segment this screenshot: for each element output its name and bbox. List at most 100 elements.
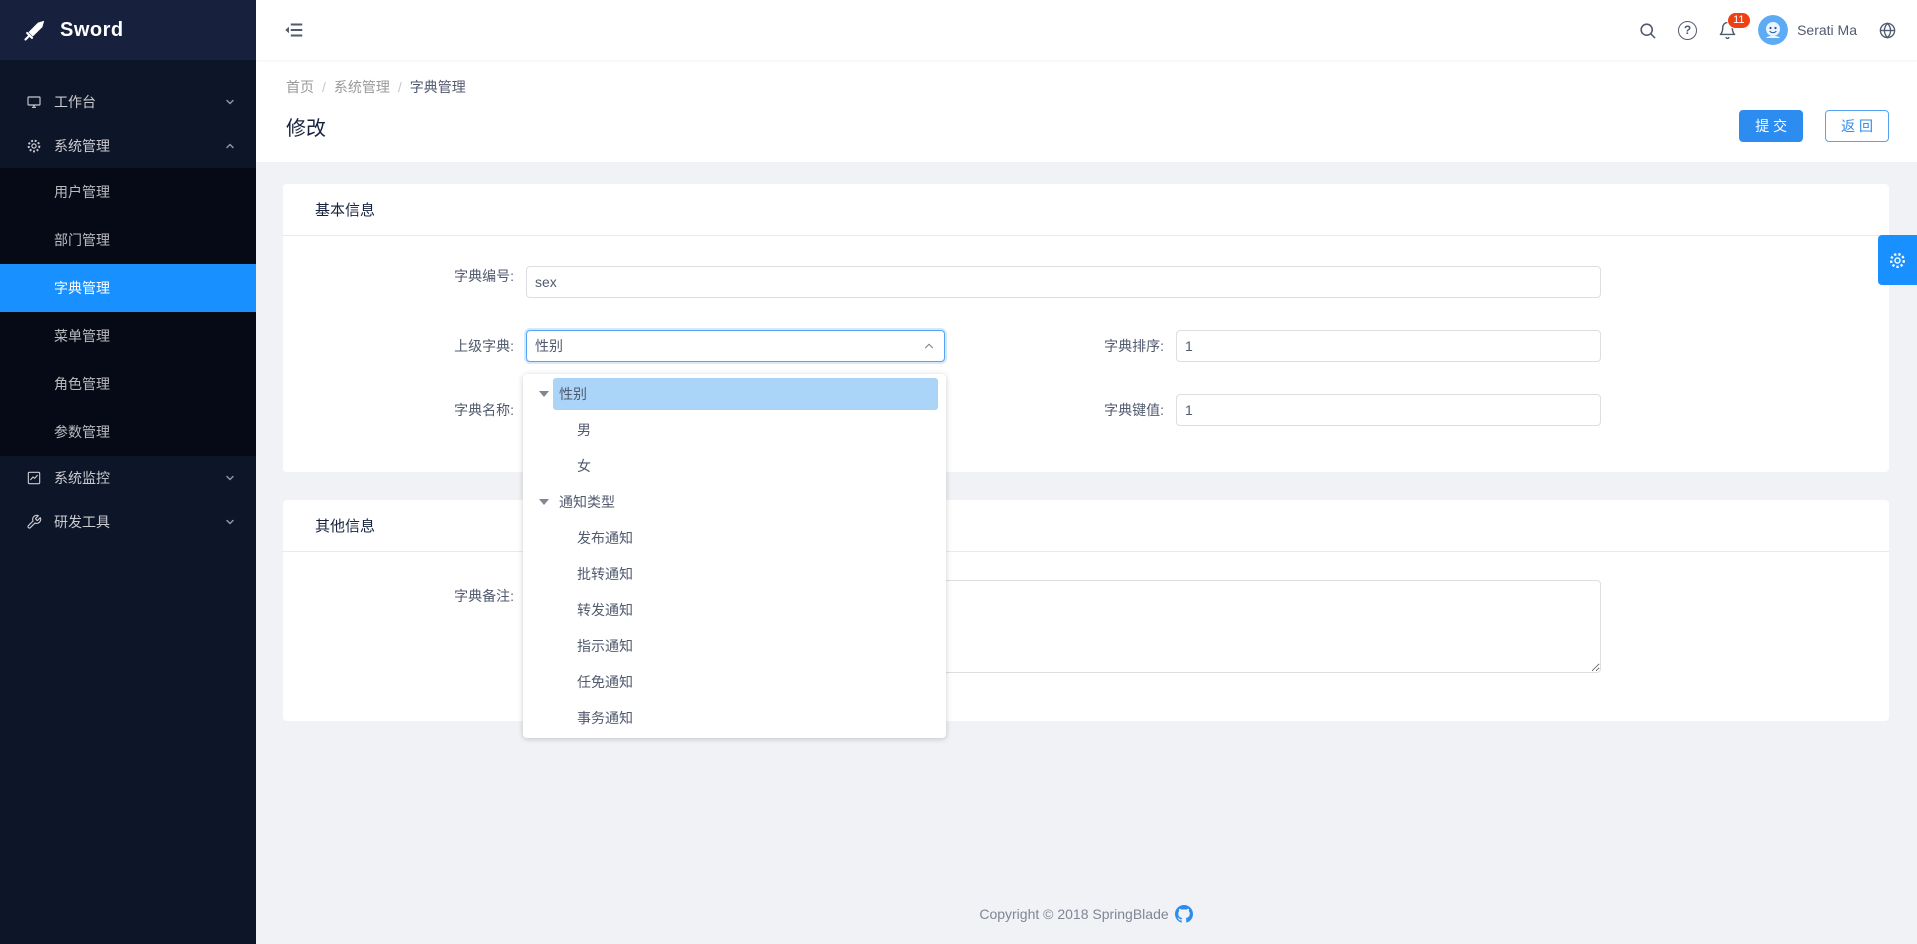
chevron-up-icon — [224, 140, 236, 152]
tree-node-label[interactable]: 指示通知 — [571, 630, 938, 662]
caret-placeholder — [553, 673, 571, 691]
tree-node[interactable]: 性别 — [523, 376, 946, 412]
dict-sort-label: 字典排序: — [945, 336, 1176, 356]
logo[interactable]: Sword — [0, 0, 256, 60]
dict-key-input[interactable] — [1176, 394, 1601, 426]
caret-placeholder — [553, 457, 571, 475]
submit-button[interactable]: 提 交 — [1739, 110, 1803, 142]
tree-node-label[interactable]: 男 — [571, 414, 938, 446]
gear-icon — [26, 138, 42, 154]
avatar — [1758, 15, 1788, 45]
dict-code-input[interactable] — [526, 266, 1601, 298]
title-actions: 提 交 返 回 — [1739, 110, 1889, 142]
sidebar-nav: 工作台 系统管理 用户管理 部门管理 字典管理 — [0, 60, 256, 544]
title-row: 修改 提 交 返 回 — [286, 110, 1889, 142]
tree-node[interactable]: 男 — [523, 412, 946, 448]
sidebar-item-monitor[interactable]: 系统监控 — [0, 456, 256, 500]
sidebar-item-label: 研发工具 — [54, 512, 224, 532]
tree-node-label[interactable]: 通知类型 — [553, 486, 938, 518]
tree-node-label[interactable]: 女 — [571, 450, 938, 482]
tree-node-label[interactable]: 批转通知 — [571, 558, 938, 590]
caret-placeholder — [553, 529, 571, 547]
form-col: 字典排序: — [945, 330, 1601, 362]
topbar-actions: 11 Serati Ma — [1638, 15, 1897, 45]
sidebar-submenu-system: 用户管理 部门管理 字典管理 菜单管理 角色管理 参数管理 — [0, 168, 256, 456]
parent-dict-select[interactable]: 性别 — [526, 330, 945, 362]
chevron-down-icon — [224, 96, 236, 108]
menu-fold-icon[interactable] — [283, 19, 305, 41]
tree-node[interactable]: 转发通知 — [523, 592, 946, 628]
dict-remark-label: 字典备注: — [283, 580, 526, 606]
caret-placeholder — [553, 421, 571, 439]
breadcrumb-separator: / — [322, 79, 326, 95]
sidebar-item-workbench[interactable]: 工作台 — [0, 80, 256, 124]
sidebar: Sword 工作台 系统管理 — [0, 0, 256, 944]
search-icon[interactable] — [1638, 21, 1657, 40]
tree-node[interactable]: 女 — [523, 448, 946, 484]
chevron-up-icon — [922, 339, 936, 353]
sidebar-item-role-mgmt[interactable]: 角色管理 — [0, 360, 256, 408]
caret-placeholder — [553, 565, 571, 583]
caret-placeholder — [553, 601, 571, 619]
sidebar-item-user-mgmt[interactable]: 用户管理 — [0, 168, 256, 216]
tree-node-label[interactable]: 事务通知 — [571, 702, 938, 734]
dict-name-label: 字典名称: — [283, 400, 526, 420]
sidebar-item-param-mgmt[interactable]: 参数管理 — [0, 408, 256, 456]
parent-dict-dropdown: 性别 男 女 通知类型 发布通知 批转通知 — [523, 374, 946, 738]
tree-node[interactable]: 指示通知 — [523, 628, 946, 664]
notifications-button[interactable]: 11 — [1718, 21, 1737, 40]
gear-icon — [1888, 251, 1907, 270]
breadcrumb-home[interactable]: 首页 — [286, 77, 314, 97]
logo-text: Sword — [60, 19, 124, 42]
line-chart-icon — [26, 470, 42, 486]
tree-node-label[interactable]: 性别 — [553, 378, 938, 410]
sidebar-item-system[interactable]: 系统管理 — [0, 124, 256, 168]
notification-badge: 11 — [1727, 12, 1750, 29]
tree-node-label[interactable]: 任免通知 — [571, 666, 938, 698]
copyright-text: Copyright © 2018 SpringBlade — [979, 906, 1168, 922]
chevron-down-icon — [224, 472, 236, 484]
topbar: 11 Serati Ma — [256, 0, 1917, 60]
form-row: 上级字典: 性别 字典排序: — [283, 330, 1601, 362]
help-icon[interactable] — [1678, 21, 1697, 40]
page-title: 修改 — [286, 112, 326, 141]
basic-info-title: 基本信息 — [283, 184, 1889, 236]
dict-code-label: 字典编号: — [283, 266, 526, 298]
github-icon[interactable] — [1175, 905, 1193, 923]
content: 基本信息 字典编号: 上级字典: 性别 — [256, 162, 1917, 944]
breadcrumb-system[interactable]: 系统管理 — [334, 77, 390, 97]
back-button[interactable]: 返 回 — [1825, 110, 1889, 142]
caret-placeholder — [553, 709, 571, 727]
settings-fab-button[interactable] — [1878, 235, 1917, 285]
breadcrumb-current: 字典管理 — [410, 77, 466, 97]
sword-icon — [22, 17, 48, 43]
chevron-down-icon — [224, 516, 236, 528]
tree-node[interactable]: 事务通知 — [523, 700, 946, 736]
tree-node[interactable]: 发布通知 — [523, 520, 946, 556]
tree-node-label[interactable]: 发布通知 — [571, 522, 938, 554]
parent-dict-label: 上级字典: — [283, 336, 526, 356]
tree-node[interactable]: 任免通知 — [523, 664, 946, 700]
monitor-icon — [26, 94, 42, 110]
user-name: Serati Ma — [1797, 22, 1857, 38]
sidebar-item-dept-mgmt[interactable]: 部门管理 — [0, 216, 256, 264]
globe-icon[interactable] — [1878, 21, 1897, 40]
main-area: 11 Serati Ma — [256, 0, 1917, 944]
form-col: 上级字典: 性别 — [283, 330, 945, 362]
sidebar-item-label: 工作台 — [54, 92, 224, 112]
caret-down-icon[interactable] — [535, 493, 553, 511]
tree-node[interactable]: 通知类型 — [523, 484, 946, 520]
tree-node[interactable]: 批转通知 — [523, 556, 946, 592]
tree-node-label[interactable]: 转发通知 — [571, 594, 938, 626]
caret-placeholder — [553, 637, 571, 655]
sidebar-item-menu-mgmt[interactable]: 菜单管理 — [0, 312, 256, 360]
breadcrumb: 首页 / 系统管理 / 字典管理 — [286, 77, 1889, 97]
wrench-icon — [26, 514, 42, 530]
sidebar-item-dict-mgmt[interactable]: 字典管理 — [0, 264, 256, 312]
dict-key-label: 字典键值: — [945, 400, 1176, 420]
user-menu[interactable]: Serati Ma — [1758, 15, 1857, 45]
dict-sort-input[interactable] — [1176, 330, 1601, 362]
sidebar-item-label: 系统监控 — [54, 468, 224, 488]
caret-down-icon[interactable] — [535, 385, 553, 403]
sidebar-item-devtools[interactable]: 研发工具 — [0, 500, 256, 544]
